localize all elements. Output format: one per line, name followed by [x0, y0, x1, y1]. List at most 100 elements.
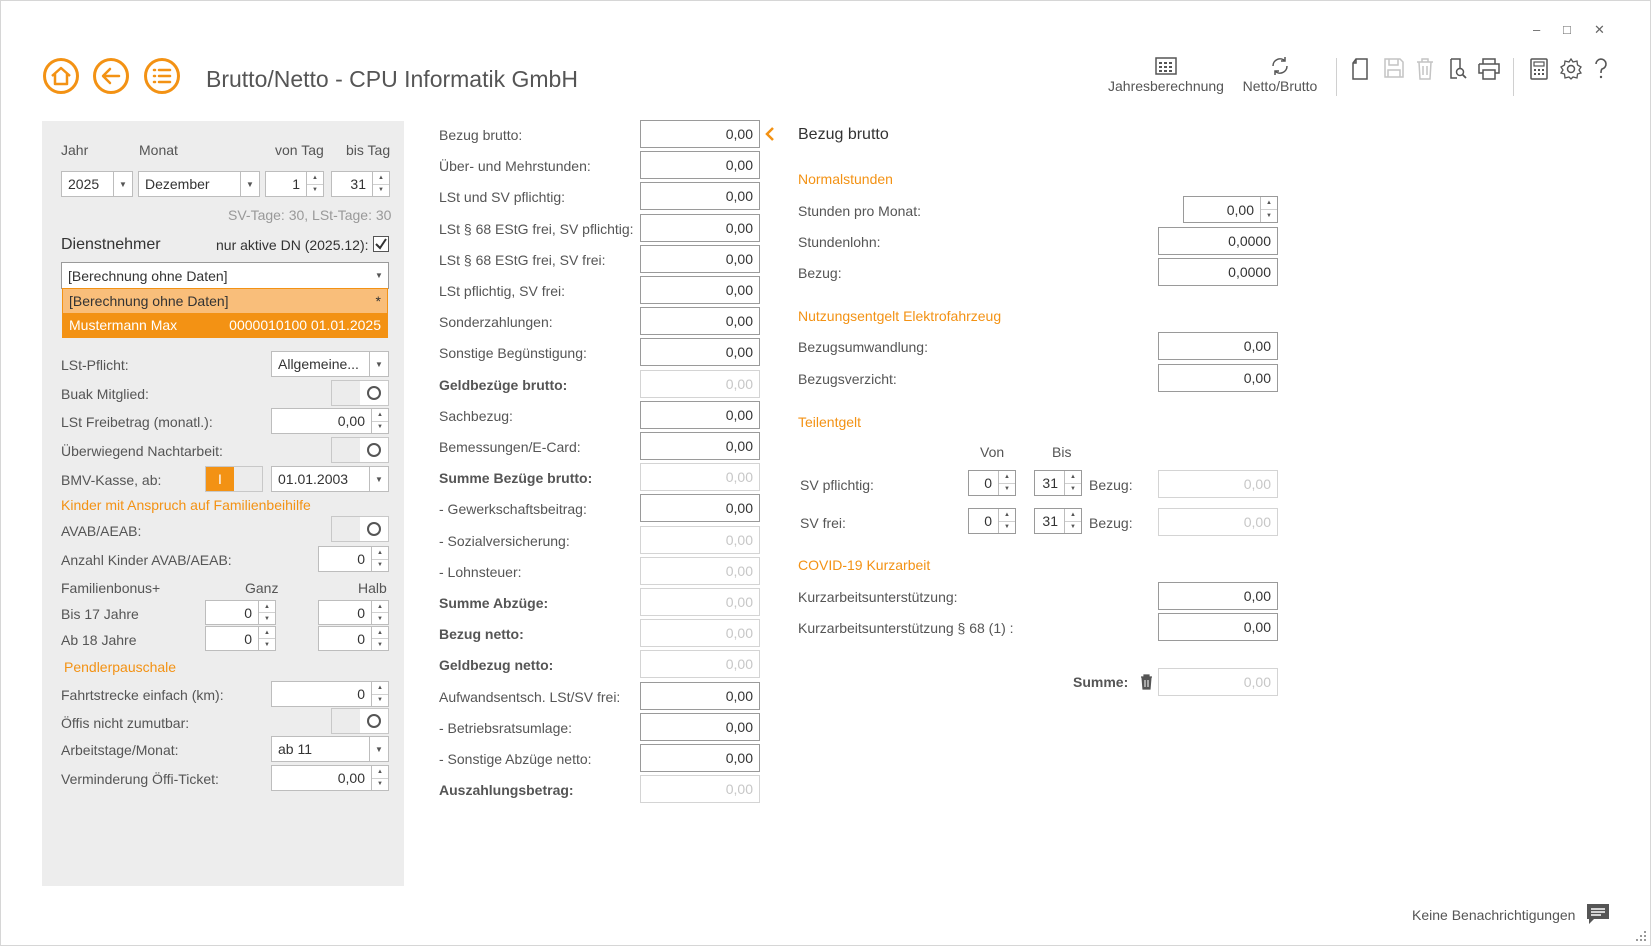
- resize-grip-icon[interactable]: [1635, 930, 1647, 942]
- spin-down-icon[interactable]: ▼: [999, 484, 1015, 496]
- bis17-halb-stepper[interactable]: 0 ▲ ▼: [318, 600, 389, 625]
- bezugsumwandlung-input[interactable]: 0,00: [1158, 332, 1278, 360]
- spin-buttons[interactable]: ▲ ▼: [371, 766, 388, 790]
- bmv-toggle[interactable]: I: [205, 466, 263, 492]
- bezug-input[interactable]: 0,0000: [1158, 258, 1278, 286]
- spin-buttons[interactable]: ▲ ▼: [371, 409, 388, 433]
- fahrtstrecke-stepper[interactable]: 0 ▲ ▼: [271, 681, 389, 707]
- spin-up-icon[interactable]: ▲: [259, 627, 275, 639]
- new-document-icon[interactable]: [1351, 58, 1369, 80]
- spin-down-icon[interactable]: ▼: [372, 613, 388, 624]
- spin-buttons[interactable]: ▲ ▼: [306, 172, 323, 196]
- spin-up-icon[interactable]: ▲: [372, 409, 388, 422]
- spin-up-icon[interactable]: ▲: [999, 509, 1015, 522]
- menu-button[interactable]: [144, 58, 180, 94]
- kurzarbeit-input[interactable]: 0,00: [1158, 582, 1278, 610]
- spin-up-icon[interactable]: ▲: [307, 172, 323, 185]
- bis17-ganz-stepper[interactable]: 0 ▲ ▼: [205, 600, 276, 625]
- close-button[interactable]: ✕: [1594, 22, 1605, 38]
- netto-brutto-button[interactable]: Netto/Brutto: [1236, 56, 1324, 94]
- middle-row-input[interactable]: 0,00: [640, 744, 760, 772]
- gear-icon[interactable]: [1560, 58, 1582, 80]
- stunden-stepper[interactable]: 0,00 ▲ ▼: [1183, 196, 1278, 223]
- help-icon[interactable]: [1593, 58, 1609, 80]
- ab18-ganz-stepper[interactable]: 0 ▲ ▼: [205, 626, 276, 651]
- sv-frei-bis-stepper[interactable]: 31 ▲ ▼: [1034, 508, 1082, 534]
- oeffis-toggle[interactable]: [331, 708, 389, 734]
- von-tag-stepper[interactable]: 1 ▲ ▼: [265, 171, 324, 197]
- spin-buttons[interactable]: ▲ ▼: [1260, 197, 1277, 222]
- message-icon[interactable]: [1586, 903, 1610, 925]
- spin-up-icon[interactable]: ▲: [1065, 471, 1081, 484]
- spin-up-icon[interactable]: ▲: [999, 471, 1015, 484]
- middle-row-input[interactable]: 0,00: [640, 400, 760, 429]
- spin-down-icon[interactable]: ▼: [373, 185, 389, 197]
- spin-buttons[interactable]: ▲ ▼: [371, 547, 388, 571]
- middle-row-input[interactable]: 0,00: [640, 120, 760, 148]
- middle-row-input[interactable]: 0,00: [640, 494, 760, 523]
- bezugsverzicht-input[interactable]: 0,00: [1158, 364, 1278, 392]
- sv-pflichtig-bis-stepper[interactable]: 31 ▲ ▼: [1034, 470, 1082, 496]
- delete-icon[interactable]: [1416, 58, 1434, 80]
- verminderung-stepper[interactable]: 0,00 ▲ ▼: [271, 765, 389, 791]
- spin-buttons[interactable]: ▲ ▼: [258, 627, 275, 650]
- avab-toggle[interactable]: [331, 516, 389, 542]
- print-icon[interactable]: [1477, 58, 1501, 80]
- spin-buttons[interactable]: ▲ ▼: [998, 471, 1015, 495]
- spin-down-icon[interactable]: ▼: [372, 422, 388, 434]
- dropdown-item[interactable]: Mustermann Max 0000010100 01.01.2025: [63, 313, 387, 337]
- document-search-icon[interactable]: [1447, 58, 1467, 80]
- save-icon[interactable]: [1384, 58, 1404, 78]
- spin-down-icon[interactable]: ▼: [372, 639, 388, 650]
- middle-row-input[interactable]: 0,00: [640, 182, 760, 211]
- sv-frei-von-stepper[interactable]: 0 ▲ ▼: [968, 508, 1016, 534]
- kurzarbeit68-input[interactable]: 0,00: [1158, 613, 1278, 641]
- middle-row-input[interactable]: 0,00: [640, 151, 760, 180]
- spin-up-icon[interactable]: ▲: [372, 627, 388, 639]
- spin-buttons[interactable]: ▲ ▼: [1064, 471, 1081, 495]
- home-button[interactable]: [43, 58, 79, 94]
- spin-buttons[interactable]: ▲ ▼: [998, 509, 1015, 533]
- trash-icon[interactable]: [1140, 674, 1153, 690]
- spin-down-icon[interactable]: ▼: [1261, 210, 1277, 222]
- spin-buttons[interactable]: ▲ ▼: [371, 682, 388, 706]
- sv-pflichtig-von-stepper[interactable]: 0 ▲ ▼: [968, 470, 1016, 496]
- middle-row-input[interactable]: 0,00: [640, 276, 760, 304]
- spin-up-icon[interactable]: ▲: [372, 601, 388, 613]
- nur-aktive-checkbox[interactable]: [373, 236, 389, 252]
- spin-down-icon[interactable]: ▼: [259, 639, 275, 650]
- freibetrag-stepper[interactable]: 0,00 ▲ ▼: [271, 408, 389, 434]
- anzahl-kinder-stepper[interactable]: 0 ▲ ▼: [318, 546, 389, 572]
- middle-row-input[interactable]: 0,00: [640, 432, 760, 460]
- spin-down-icon[interactable]: ▼: [1065, 522, 1081, 534]
- bmv-date-select[interactable]: 01.01.2003 ▼: [271, 466, 389, 492]
- jahresberechnung-button[interactable]: Jahresberechnung: [1108, 56, 1224, 94]
- chevron-left-icon[interactable]: [765, 127, 775, 141]
- middle-row-input[interactable]: 0,00: [640, 244, 760, 273]
- buak-toggle[interactable]: [331, 380, 389, 406]
- calculator-icon[interactable]: [1530, 58, 1548, 80]
- spin-up-icon[interactable]: ▲: [1065, 509, 1081, 522]
- spin-up-icon[interactable]: ▲: [373, 172, 389, 185]
- spin-down-icon[interactable]: ▼: [372, 560, 388, 572]
- spin-up-icon[interactable]: ▲: [259, 601, 275, 613]
- middle-row-input[interactable]: 0,00: [640, 338, 760, 367]
- spin-down-icon[interactable]: ▼: [1065, 484, 1081, 496]
- spin-down-icon[interactable]: ▼: [307, 185, 323, 197]
- dropdown-item[interactable]: [Berechnung ohne Daten] *: [63, 289, 387, 313]
- back-button[interactable]: [93, 58, 129, 94]
- spin-down-icon[interactable]: ▼: [259, 613, 275, 624]
- spin-down-icon[interactable]: ▼: [372, 695, 388, 707]
- jahr-select[interactable]: 2025 ▼: [61, 171, 133, 197]
- middle-row-input[interactable]: 0,00: [640, 307, 760, 336]
- maximize-button[interactable]: □: [1563, 22, 1571, 37]
- spin-buttons[interactable]: ▲ ▼: [1064, 509, 1081, 533]
- dienstnehmer-select[interactable]: [Berechnung ohne Daten] ▼: [61, 262, 389, 289]
- spin-up-icon[interactable]: ▲: [1261, 197, 1277, 210]
- ab18-halb-stepper[interactable]: 0 ▲ ▼: [318, 626, 389, 651]
- middle-row-input[interactable]: 0,00: [640, 681, 760, 710]
- spin-down-icon[interactable]: ▼: [372, 779, 388, 791]
- nachtarbeit-toggle[interactable]: [331, 437, 389, 463]
- middle-row-input[interactable]: 0,00: [640, 213, 760, 242]
- arbeitstage-select[interactable]: ab 11 ▼: [271, 736, 389, 762]
